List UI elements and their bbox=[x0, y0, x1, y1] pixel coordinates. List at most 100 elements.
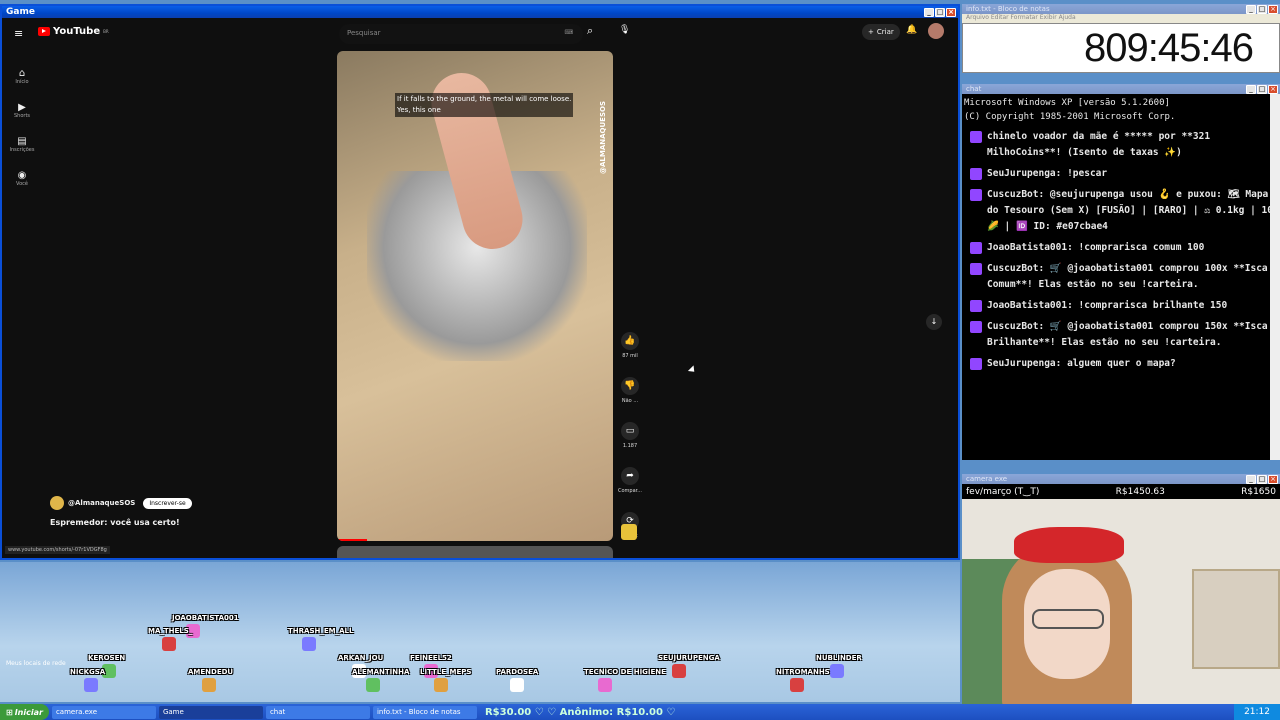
sidebar-item-3[interactable]: ◉ Você bbox=[2, 170, 42, 204]
chat-message-text: JoaoBatista001: !comprarisca comum 100 bbox=[987, 242, 1205, 253]
like-icon[interactable]: 👍 bbox=[621, 332, 639, 350]
chat-message: chinelo voador da mãe é ***** por **321 … bbox=[970, 129, 1280, 161]
windows-flag-icon: ⊞ bbox=[6, 707, 13, 717]
share-icon[interactable]: ➦ bbox=[621, 467, 639, 485]
search-icon[interactable]: ⌕ bbox=[587, 24, 593, 38]
taskbar-item[interactable]: info.txt - Bloco de notas bbox=[372, 705, 477, 719]
channel-row: @AlmanaqueSOS Inscrever-se bbox=[50, 496, 192, 510]
sidebar-item-label: Shorts bbox=[13, 113, 31, 119]
short-video[interactable]: If it falls to the ground, the metal wil… bbox=[337, 51, 613, 541]
menu-icon[interactable]: ≡ bbox=[14, 27, 23, 40]
taskbar-item[interactable]: camera.exe bbox=[51, 705, 156, 719]
dislike-icon[interactable]: 👎 bbox=[621, 377, 639, 395]
red-bow-image bbox=[1014, 527, 1124, 563]
taskbar: ⊞ Iniciar camera.exe Game chat info.txt - B… bbox=[0, 704, 1280, 720]
viewer-name: LITTLE_MEPS bbox=[420, 668, 472, 676]
twitch-badge-icon bbox=[970, 242, 982, 254]
chat-message-text: CuscuzBot: @seujurupenga usou 🪝 e puxou:… bbox=[987, 189, 1279, 232]
action-label: 1.187 bbox=[622, 443, 638, 449]
viewer-name: NITROMANHS bbox=[776, 668, 830, 676]
close-button[interactable]: × bbox=[1268, 4, 1278, 14]
chat-message-text: chinelo voador da mãe é ***** por **321 … bbox=[987, 131, 1211, 158]
create-button[interactable]: + Criar bbox=[862, 24, 900, 40]
viewer-name: JOAOBATISTA001 bbox=[172, 614, 239, 622]
progress-bar[interactable] bbox=[337, 539, 367, 541]
subscribe-button[interactable]: Inscrever-se bbox=[143, 497, 192, 509]
close-button[interactable]: × bbox=[1268, 474, 1278, 484]
viewer-name: THRASH_EM_ALL bbox=[288, 627, 354, 635]
channel-name[interactable]: @AlmanaqueSOS bbox=[68, 499, 135, 507]
youtube-logo[interactable]: YouTube BR bbox=[38, 26, 109, 37]
notepad-titlebar[interactable]: info.txt - Bloco de notas _ □ × bbox=[962, 4, 1280, 14]
share-action[interactable]: ➦ Compar... bbox=[618, 463, 642, 494]
channel-avatar[interactable] bbox=[50, 496, 64, 510]
game-title: Game bbox=[6, 7, 35, 17]
chat-titlebar[interactable]: chat _ □ × bbox=[962, 84, 1280, 94]
twitch-badge-icon bbox=[970, 321, 982, 333]
maximize-button[interactable]: □ bbox=[935, 7, 945, 17]
scrollbar[interactable] bbox=[1270, 94, 1280, 460]
minimize-button[interactable]: _ bbox=[1246, 474, 1256, 484]
game-titlebar[interactable]: Game _ □ × bbox=[2, 6, 958, 18]
logo-text: YouTube bbox=[53, 26, 101, 37]
you-icon: ◉ bbox=[17, 170, 27, 181]
viewer-avatar-sprite bbox=[302, 637, 316, 651]
viewer-name: ARKAN_JOU bbox=[338, 654, 384, 662]
twitch-badge-icon bbox=[970, 300, 982, 312]
goal-current: R$1450.63 bbox=[1115, 486, 1165, 497]
chat-message: SeuJurupenga: alguem quer o mapa? bbox=[970, 356, 1280, 372]
notepad-menu[interactable]: Arquivo Editar Formatar Exibir Ajuda bbox=[962, 14, 1280, 23]
sound-thumb[interactable] bbox=[621, 524, 637, 540]
comment-action[interactable]: ▭ 1.187 bbox=[618, 418, 642, 449]
home-icon: ⌂ bbox=[18, 68, 26, 79]
comment-icon[interactable]: ▭ bbox=[621, 422, 639, 440]
notepad-window: info.txt - Bloco de notas _ □ × Arquivo … bbox=[962, 4, 1280, 82]
sidebar-item-2[interactable]: ▤ Inscrições bbox=[2, 136, 42, 170]
search-input[interactable]: Pesquisar ⌨ bbox=[339, 24, 583, 44]
viewer-avatar-sprite bbox=[672, 664, 686, 678]
close-button[interactable]: × bbox=[1268, 84, 1278, 94]
taskbar-item[interactable]: Game bbox=[158, 705, 263, 719]
maximize-button[interactable]: □ bbox=[1257, 4, 1267, 14]
like-action[interactable]: 👍 87 mil bbox=[618, 328, 642, 359]
chat-message-text: SeuJurupenga: alguem quer o mapa? bbox=[987, 358, 1176, 369]
bell-icon[interactable]: 🔔 bbox=[906, 25, 917, 35]
close-button[interactable]: × bbox=[946, 7, 956, 17]
viewer-name: TECNICO DE HIGIENE bbox=[584, 668, 666, 676]
notepad-text-area[interactable]: 809:45:46 bbox=[962, 23, 1280, 73]
clock[interactable]: 21:12 bbox=[1244, 707, 1270, 717]
next-short-preview[interactable] bbox=[337, 546, 613, 558]
viewer-avatar-sprite bbox=[830, 664, 844, 678]
sidebar-item-0[interactable]: ⌂ Início bbox=[2, 68, 42, 102]
yt-sidebar: ⌂ Início ▶ Shorts ▤ Inscrições ◉ Você bbox=[2, 68, 42, 204]
viewer-name: FEINEEL52 bbox=[410, 654, 452, 662]
next-arrow-icon[interactable]: ↓ bbox=[926, 314, 942, 330]
chat-message-text: JoaoBatista001: !comprarisca brilhante 1… bbox=[987, 300, 1228, 311]
goal-target: R$1650 bbox=[1241, 486, 1276, 497]
maximize-button[interactable]: □ bbox=[1257, 474, 1267, 484]
webcam-feed bbox=[962, 499, 1280, 709]
camera-titlebar[interactable]: camera exe _ □ × bbox=[962, 474, 1280, 484]
taskbar-item[interactable]: chat bbox=[265, 705, 370, 719]
viewer-avatar-sprite bbox=[162, 637, 176, 651]
sidebar-item-1[interactable]: ▶ Shorts bbox=[2, 102, 42, 136]
chat-title: chat bbox=[966, 85, 982, 93]
glasses-image bbox=[1032, 609, 1104, 629]
video-title[interactable]: Espremedor: você usa certo! bbox=[50, 518, 180, 527]
dislike-action[interactable]: 👎 Não ... bbox=[618, 373, 642, 404]
chat-message: JoaoBatista001: !comprarisca comum 100 bbox=[970, 240, 1280, 256]
console-header: Microsoft Windows XP [versão 5.1.2600] bbox=[964, 98, 1170, 108]
minimize-button[interactable]: _ bbox=[1246, 84, 1256, 94]
mic-icon[interactable]: 🎙 bbox=[619, 25, 630, 35]
camera-title: camera exe bbox=[966, 475, 1008, 483]
video-caption: If it falls to the ground, the metal wil… bbox=[395, 93, 574, 117]
start-button[interactable]: ⊞ Iniciar bbox=[0, 704, 49, 720]
keyboard-icon[interactable]: ⌨ bbox=[564, 29, 573, 36]
chat-message: CuscuzBot: 🛒 @joaobatista001 comprou 100… bbox=[970, 261, 1280, 293]
maximize-button[interactable]: □ bbox=[1257, 84, 1267, 94]
avatar[interactable] bbox=[928, 23, 944, 39]
minimize-button[interactable]: _ bbox=[924, 7, 934, 17]
twitch-badge-icon bbox=[970, 263, 982, 275]
minimize-button[interactable]: _ bbox=[1246, 4, 1256, 14]
desktop-icon-label[interactable]: Meus locais de rede bbox=[6, 660, 66, 667]
